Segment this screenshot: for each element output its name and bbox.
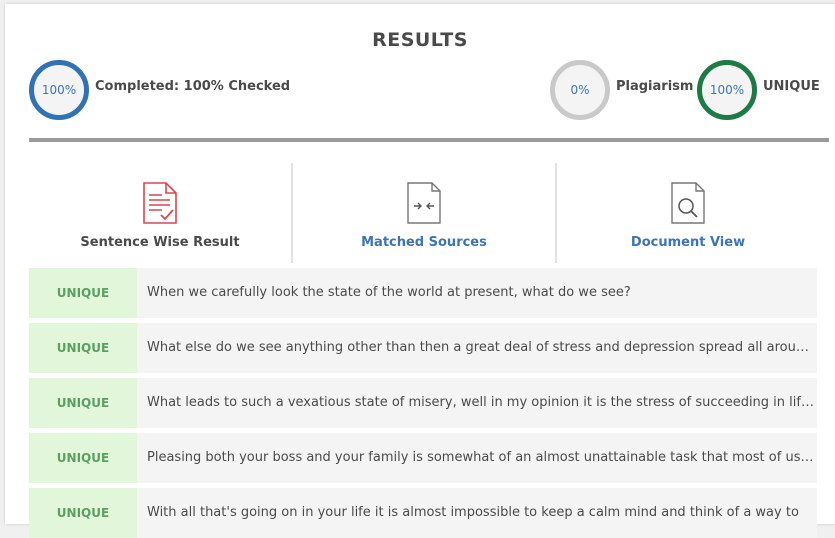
- tab-sentence-wise-result-label: Sentence Wise Result: [80, 235, 240, 250]
- results-panel: RESULTS 100% Completed: 100% Checked 0% …: [5, 4, 835, 538]
- completed-percent: 100%: [41, 83, 77, 97]
- result-row[interactable]: UNIQUE Pleasing both your boss and your …: [29, 433, 817, 483]
- document-check-icon: [143, 182, 177, 224]
- compare-arrows-document-icon: [407, 182, 441, 224]
- document-search-icon: [671, 182, 705, 224]
- sentence-text: What leads to such a vexatious state of …: [147, 395, 817, 410]
- tab-matched-sources-label: Matched Sources: [361, 235, 487, 250]
- unique-percent: 100%: [709, 83, 745, 97]
- results-title: RESULTS: [372, 29, 468, 51]
- plagiarism-progress-ring: 0%: [550, 60, 610, 120]
- unique-progress-ring: 100%: [697, 60, 757, 120]
- result-row[interactable]: UNIQUE With all that's going on in your …: [29, 488, 817, 538]
- tab-document-view-label: Document View: [630, 235, 746, 250]
- unique-badge: UNIQUE: [29, 378, 137, 428]
- tab-document-view[interactable]: Document View: [557, 164, 819, 264]
- results-divider: [29, 138, 829, 142]
- plagiarism-percent: 0%: [570, 83, 590, 97]
- completed-label: Completed: 100% Checked: [95, 79, 291, 94]
- tab-sentence-wise-result[interactable]: Sentence Wise Result: [29, 164, 291, 264]
- unique-badge: UNIQUE: [29, 488, 137, 538]
- sentence-text: What else do we see anything other than …: [147, 340, 817, 355]
- unique-badge: UNIQUE: [29, 433, 137, 483]
- completed-progress-ring: 100%: [29, 60, 89, 120]
- result-row[interactable]: UNIQUE What else do we see anything othe…: [29, 323, 817, 373]
- sentence-text: When we carefully look the state of the …: [147, 285, 631, 300]
- tab-matched-sources[interactable]: Matched Sources: [293, 164, 555, 264]
- plagiarism-label: Plagiarism: [616, 79, 694, 94]
- unique-badge: UNIQUE: [29, 268, 137, 318]
- unique-label: UNIQUE: [763, 79, 820, 94]
- result-row[interactable]: UNIQUE When we carefully look the state …: [29, 268, 817, 318]
- sentence-text: Pleasing both your boss and your family …: [147, 450, 817, 465]
- sentence-text: With all that's going on in your life it…: [147, 505, 799, 520]
- result-row[interactable]: UNIQUE What leads to such a vexatious st…: [29, 378, 817, 428]
- unique-badge: UNIQUE: [29, 323, 137, 373]
